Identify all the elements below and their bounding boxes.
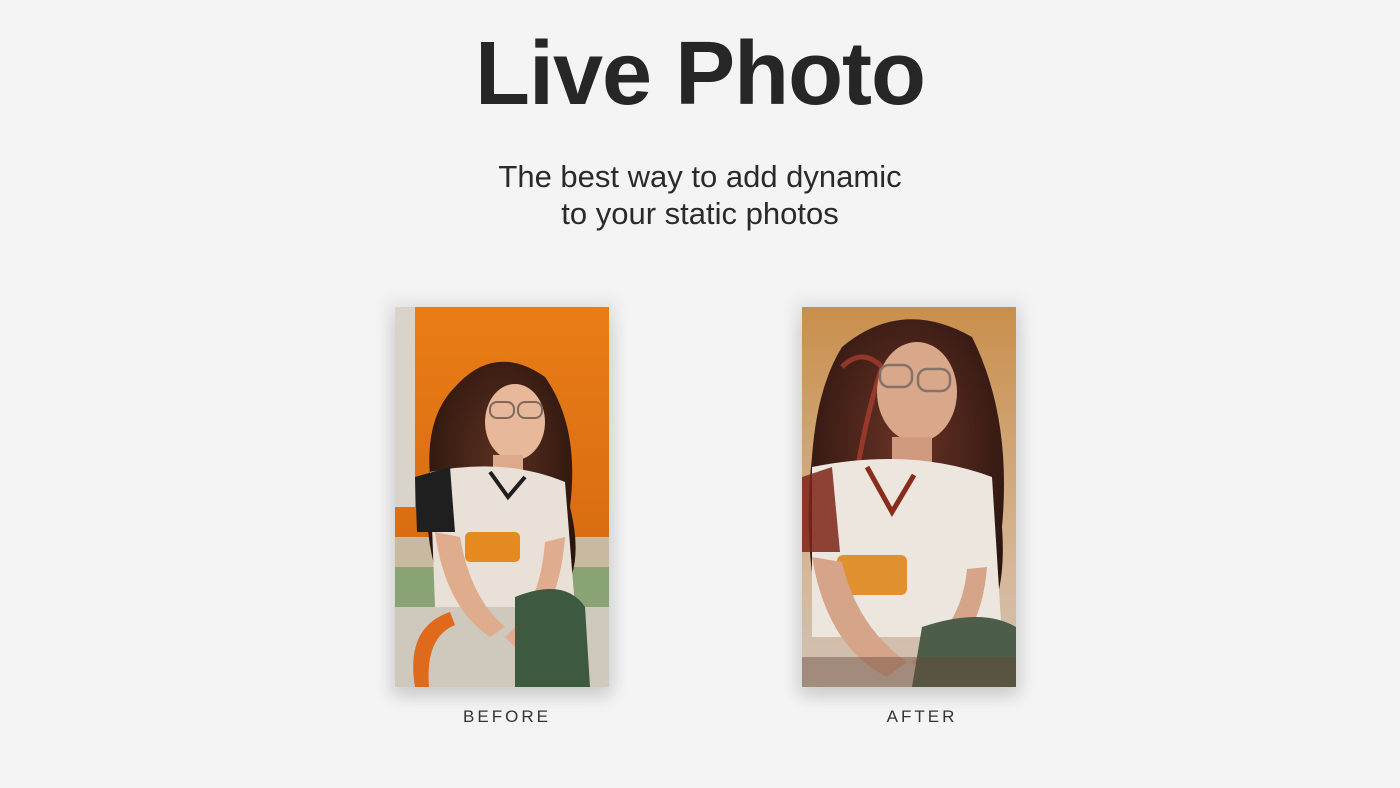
after-photo (802, 307, 1016, 687)
before-photo (395, 307, 609, 687)
page-title: Live Photo (474, 24, 926, 124)
before-label: BEFORE (463, 707, 551, 726)
page-subtitle: The best way to add dynamic to your stat… (0, 158, 1400, 232)
subtitle-line-2: to your static photos (561, 196, 839, 231)
subtitle-line-1: The best way to add dynamic (498, 159, 902, 194)
after-label: AFTER (886, 707, 958, 726)
